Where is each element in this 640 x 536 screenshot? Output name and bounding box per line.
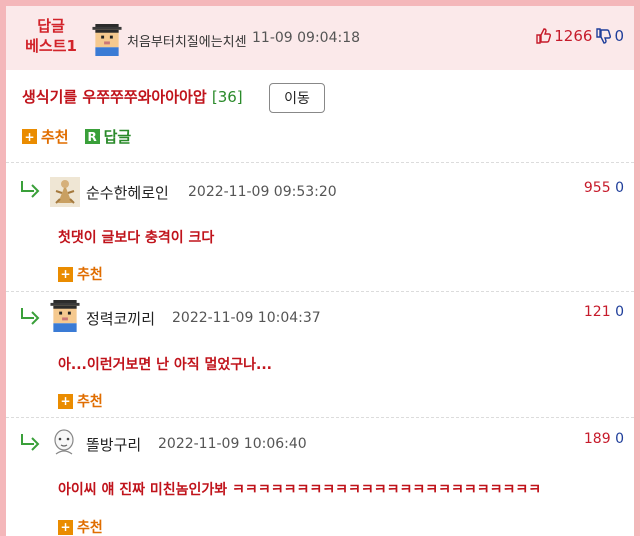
comment-up-count: 121 (583, 304, 611, 320)
header-down-count: 0 (614, 27, 624, 45)
reply-label: 답글 (103, 128, 132, 146)
reply-button[interactable]: R 답글 (84, 126, 132, 147)
pixel-avatar-icon[interactable] (92, 24, 122, 56)
header-votes: 1266 0 (535, 27, 624, 45)
comment-score: 189 0 (584, 431, 624, 447)
comment-recommend-label: 추천 (77, 520, 103, 536)
comment-time: 2022-11-09 10:06:40 (158, 436, 307, 452)
reply-r-icon: R (84, 129, 100, 144)
reply-arrow-icon (21, 181, 40, 198)
best-reply-badge: 답글 베스트1 (20, 16, 82, 56)
comment-text: 첫댓이 글보다 충격이 크다 (58, 230, 215, 246)
recommend-label: 추천 (41, 128, 69, 146)
thumbs-down-icon[interactable] (595, 28, 612, 44)
comment-up-count: 955 (583, 180, 611, 196)
comment-recommend-button[interactable]: + 추천 (58, 391, 103, 411)
comment-score: 121 0 (584, 304, 624, 320)
reply-arrow-icon (21, 308, 40, 325)
comment-author[interactable]: 똘방구리 (86, 434, 141, 455)
figurine-avatar-icon[interactable] (50, 177, 80, 207)
plus-icon: + (58, 519, 73, 535)
move-button[interactable]: 이동 (269, 83, 325, 113)
recommend-button[interactable]: + 추천 (22, 126, 69, 147)
plus-icon: + (58, 266, 73, 282)
comment-item: 순수한헤로인 2022-11-09 09:53:20 955 0 첫댓이 글보다… (6, 163, 634, 291)
header-time: 11-09 09:04:18 (252, 30, 361, 46)
badge-line2: 베스트1 (25, 37, 77, 55)
comment-recommend-label: 추천 (77, 267, 103, 283)
post-title-row[interactable]: 생식기를 우쭈쭈쭈와아아아압 [36] (22, 86, 243, 107)
comment-author[interactable]: 순수한헤로인 (86, 182, 169, 203)
comment-panel: 답글 베스트1 처음부터치질에는치센 11-09 09:04:18 1266 0 (6, 6, 634, 536)
header-author[interactable]: 처음부터치질에는치센 (127, 31, 247, 50)
best-reply-header: 답글 베스트1 처음부터치질에는치센 11-09 09:04:18 1266 0 (6, 6, 634, 70)
comment-down-count: 0 (615, 304, 624, 320)
comment-score: 955 0 (584, 180, 624, 196)
pixel-avatar-icon[interactable] (50, 300, 80, 332)
comment-up-count: 189 (583, 431, 611, 447)
comment-text: 아이씨 얘 진짜 미친놈인가봐 ㅋㅋㅋㅋㅋㅋㅋㅋㅋㅋㅋㅋㅋㅋㅋㅋㅋㅋㅋㅋㅋㅋㅋㅋ (58, 482, 542, 498)
thumbs-up-icon[interactable] (535, 28, 552, 44)
comment-down-count: 0 (615, 431, 624, 447)
comment-author[interactable]: 정력코끼리 (86, 308, 155, 329)
header-up-count: 1266 (554, 27, 593, 45)
post-comment-count: [36] (211, 88, 243, 106)
comment-down-count: 0 (615, 180, 624, 196)
comment-item: 정력코끼리 2022-11-09 10:04:37 121 0 아...이런거보… (6, 292, 634, 417)
bald-face-avatar-icon[interactable] (50, 428, 78, 458)
comment-item: 똘방구리 2022-11-09 10:06:40 189 0 아이씨 얘 진짜 … (6, 418, 634, 536)
plus-icon: + (22, 129, 37, 144)
post-actions: + 추천 R 답글 (22, 126, 131, 147)
comment-time: 2022-11-09 10:04:37 (172, 310, 321, 326)
reply-arrow-icon (21, 434, 40, 451)
badge-line1: 답글 (37, 17, 65, 35)
post-title[interactable]: 생식기를 우쭈쭈쭈와아아아압 (22, 88, 207, 106)
comment-text: 아...이런거보면 난 아직 멀었구나... (58, 357, 272, 373)
plus-icon: + (58, 393, 73, 409)
comment-recommend-label: 추천 (77, 394, 103, 410)
comment-time: 2022-11-09 09:53:20 (188, 184, 337, 200)
comment-recommend-button[interactable]: + 추천 (58, 517, 103, 536)
comment-recommend-button[interactable]: + 추천 (58, 264, 103, 284)
